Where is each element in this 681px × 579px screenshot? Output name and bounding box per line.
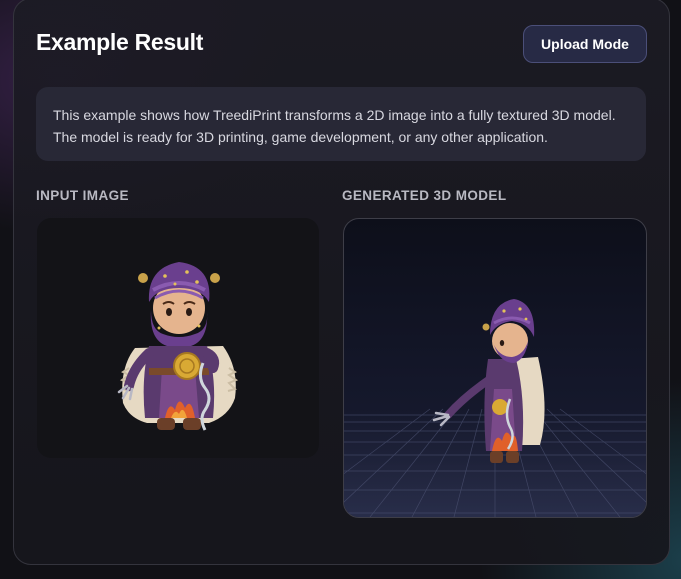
generated-model-viewer[interactable] bbox=[343, 218, 647, 518]
generated-model-label: GENERATED 3D MODEL bbox=[342, 188, 507, 203]
generated-model-scene bbox=[344, 299, 646, 517]
input-character-image bbox=[117, 262, 239, 431]
card-title: Example Result bbox=[36, 29, 204, 55]
input-image-panel bbox=[37, 218, 319, 458]
upload-mode-button[interactable]: Upload Mode bbox=[523, 25, 647, 63]
input-image-label: INPUT IMAGE bbox=[36, 188, 129, 203]
info-text: This example shows how TreediPrint trans… bbox=[53, 107, 616, 145]
info-box: This example shows how TreediPrint trans… bbox=[36, 87, 646, 161]
